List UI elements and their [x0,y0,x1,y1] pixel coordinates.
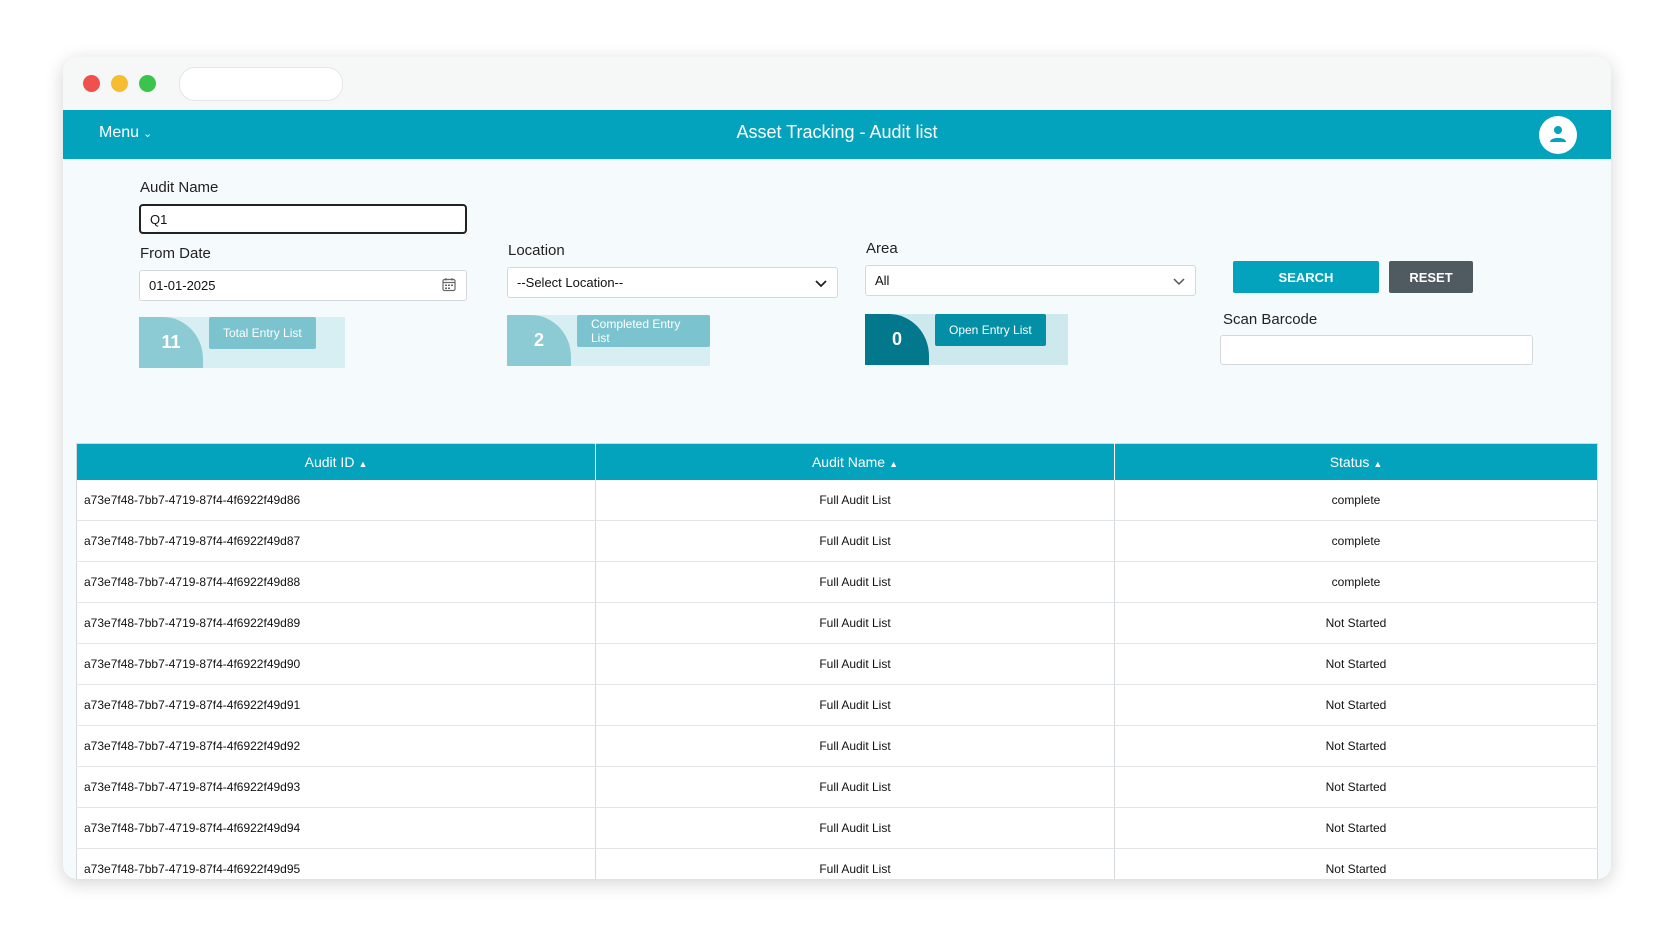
search-button[interactable]: SEARCH [1233,261,1379,293]
page-title: Asset Tracking - Audit list [736,122,938,142]
table-body: a73e7f48-7bb7-4719-87f4-4f6922f49d86 Ful… [76,480,1598,879]
audit-table: Audit ID ▲︎ Audit Name ▲︎ Status ▲︎ a73e7f4… [76,443,1598,879]
calendar-icon[interactable] [442,277,456,294]
total-entry-card[interactable]: 11 Total Entry List [139,317,345,368]
audit-name-cell: Full Audit List [595,725,1115,767]
table-row[interactable]: a73e7f48-7bb7-4719-87f4-4f6922f49d87 Ful… [76,520,1598,562]
audit-name-cell: Full Audit List [595,807,1115,849]
audit-name-cell: Full Audit List [595,848,1115,879]
chevron-down-icon [1173,273,1185,288]
location-label: Location [508,242,565,259]
total-entry-label: Total Entry List [209,317,316,349]
audit-id-cell: a73e7f48-7bb7-4719-87f4-4f6922f49d93 [76,766,596,808]
status-cell: Not Started [1114,684,1598,726]
open-entry-count: 0 [865,314,929,365]
audit-name-input[interactable]: Q1 [139,204,467,234]
table-row[interactable]: a73e7f48-7bb7-4719-87f4-4f6922f49d91 Ful… [76,684,1598,726]
reset-button[interactable]: RESET [1389,261,1473,293]
audit-id-cell: a73e7f48-7bb7-4719-87f4-4f6922f49d87 [76,520,596,562]
profile-button[interactable] [1539,116,1577,154]
audit-id-cell: a73e7f48-7bb7-4719-87f4-4f6922f49d90 [76,643,596,685]
from-date-label: From Date [140,245,211,262]
completed-entry-count: 2 [507,315,571,366]
table-header-row: Audit ID ▲︎ Audit Name ▲︎ Status ▲︎ [76,443,1598,480]
status-cell: Not Started [1114,848,1598,879]
audit-id-cell: a73e7f48-7bb7-4719-87f4-4f6922f49d91 [76,684,596,726]
audit-name-label: Audit Name [140,179,219,196]
audit-name-cell: Full Audit List [595,766,1115,808]
table-row[interactable]: a73e7f48-7bb7-4719-87f4-4f6922f49d90 Ful… [76,643,1598,685]
sort-icon: ▲︎ [358,459,368,469]
chevron-down-icon [815,275,827,290]
open-entry-card[interactable]: 0 Open Entry List [865,314,1068,365]
close-window-button[interactable] [83,75,100,92]
total-entry-count: 11 [139,317,203,368]
status-cell: complete [1114,480,1598,521]
maximize-window-button[interactable] [139,75,156,92]
status-cell: complete [1114,520,1598,562]
location-select[interactable]: --Select Location-- [507,267,838,298]
scan-barcode-input[interactable] [1220,335,1533,365]
audit-id-cell: a73e7f48-7bb7-4719-87f4-4f6922f49d89 [76,602,596,644]
audit-name-cell: Full Audit List [595,561,1115,603]
user-icon [1550,126,1566,142]
audit-id-cell: a73e7f48-7bb7-4719-87f4-4f6922f49d88 [76,561,596,603]
table-row[interactable]: a73e7f48-7bb7-4719-87f4-4f6922f49d92 Ful… [76,725,1598,767]
window-titlebar [63,57,1611,110]
column-header-label: Audit Name [811,454,886,470]
completed-entry-label: Completed Entry List [577,315,710,347]
from-date-value: 01-01-2025 [149,278,216,293]
address-bar[interactable] [179,67,343,101]
status-cell: Not Started [1114,725,1598,767]
status-cell: complete [1114,561,1598,603]
table-row[interactable]: a73e7f48-7bb7-4719-87f4-4f6922f49d89 Ful… [76,602,1598,644]
app-window: Menu ⌄ Asset Tracking - Audit list Audit … [63,57,1611,879]
audit-name-cell: Full Audit List [595,520,1115,562]
status-cell: Not Started [1114,766,1598,808]
table-row[interactable]: a73e7f48-7bb7-4719-87f4-4f6922f49d95 Ful… [76,848,1598,879]
audit-name-cell: Full Audit List [595,684,1115,726]
status-cell: Not Started [1114,643,1598,685]
column-header-audit-name[interactable]: Audit Name ▲︎ [595,443,1115,480]
location-value: --Select Location-- [517,275,624,290]
status-cell: Not Started [1114,602,1598,644]
column-header-label: Audit ID [304,454,355,470]
sort-icon: ▲︎ [1373,459,1383,469]
status-cell: Not Started [1114,807,1598,849]
area-select[interactable]: All [865,265,1196,296]
table-row[interactable]: a73e7f48-7bb7-4719-87f4-4f6922f49d86 Ful… [76,480,1598,521]
area-label: Area [866,240,898,257]
table-row[interactable]: a73e7f48-7bb7-4719-87f4-4f6922f49d88 Ful… [76,561,1598,603]
column-header-status[interactable]: Status ▲︎ [1114,443,1598,480]
audit-id-cell: a73e7f48-7bb7-4719-87f4-4f6922f49d86 [76,480,596,521]
scan-barcode-label: Scan Barcode [1223,311,1318,328]
column-header-label: Status [1329,454,1370,470]
audit-id-cell: a73e7f48-7bb7-4719-87f4-4f6922f49d92 [76,725,596,767]
table-row[interactable]: a73e7f48-7bb7-4719-87f4-4f6922f49d93 Ful… [76,766,1598,808]
audit-name-value: Q1 [150,211,168,227]
table-row[interactable]: a73e7f48-7bb7-4719-87f4-4f6922f49d94 Ful… [76,807,1598,849]
completed-entry-card[interactable]: 2 Completed Entry List [507,315,710,366]
area-value: All [875,273,890,288]
audit-name-cell: Full Audit List [595,480,1115,521]
audit-name-cell: Full Audit List [595,643,1115,685]
main-content: Audit Name Q1 From Date 01-01-2025 Locat… [63,159,1611,879]
audit-id-cell: a73e7f48-7bb7-4719-87f4-4f6922f49d95 [76,848,596,879]
open-entry-label: Open Entry List [935,314,1046,346]
from-date-input[interactable]: 01-01-2025 [139,270,467,301]
column-header-audit-id[interactable]: Audit ID ▲︎ [76,443,596,480]
minimize-window-button[interactable] [111,75,128,92]
audit-name-cell: Full Audit List [595,602,1115,644]
audit-id-cell: a73e7f48-7bb7-4719-87f4-4f6922f49d94 [76,807,596,849]
sort-icon: ▲︎ [889,459,899,469]
app-header: Menu ⌄ Asset Tracking - Audit list [63,110,1611,159]
